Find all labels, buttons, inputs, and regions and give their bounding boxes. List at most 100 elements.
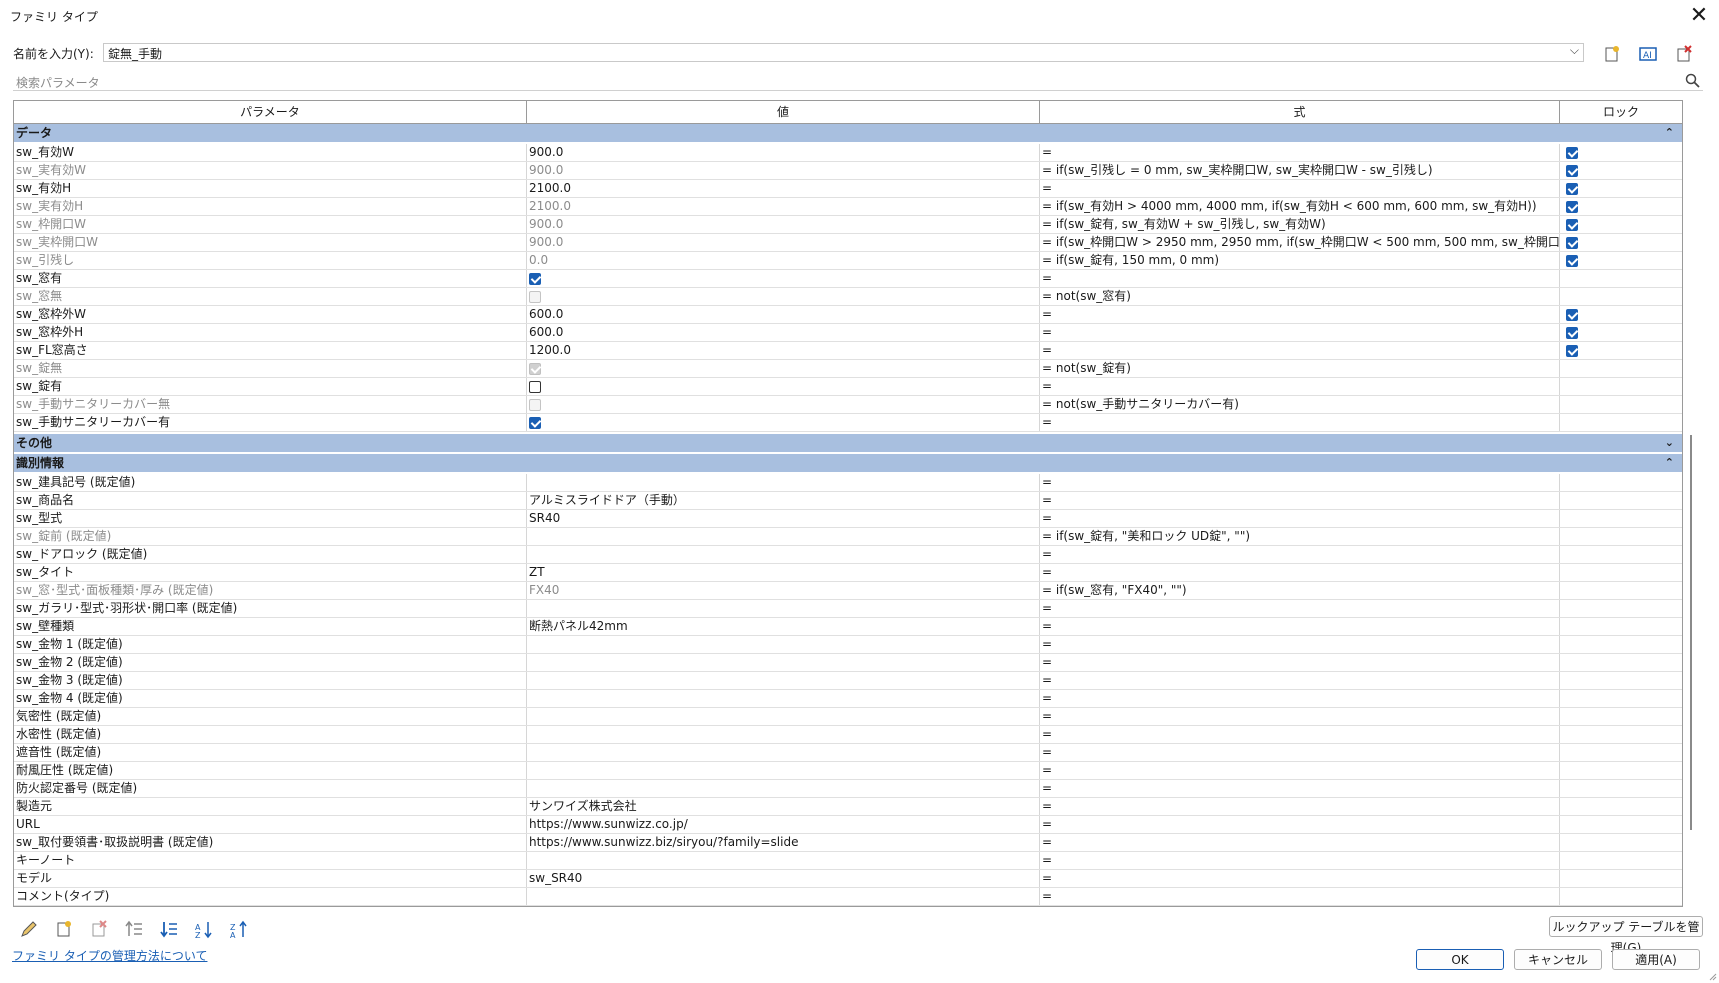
parameter-value[interactable]	[527, 708, 1040, 725]
table-row[interactable]: sw_有効W 900.0 =	[14, 144, 1682, 162]
table-row[interactable]: sw_金物 4 (既定値) =	[14, 690, 1682, 708]
apply-button[interactable]: 適用(A)	[1612, 949, 1700, 970]
move-down-icon[interactable]	[158, 918, 180, 940]
parameter-formula[interactable]: =	[1040, 600, 1560, 617]
parameter-formula[interactable]: = not(sw_錠有)	[1040, 360, 1560, 377]
parameter-value[interactable]	[527, 396, 1040, 413]
parameter-formula[interactable]: =	[1040, 270, 1560, 287]
parameter-lock[interactable]	[1560, 762, 1682, 779]
parameter-lock[interactable]	[1560, 288, 1682, 305]
parameter-formula[interactable]: =	[1040, 888, 1560, 905]
parameter-search-input[interactable]: 検索パラメータ	[13, 73, 1703, 91]
table-row[interactable]: sw_FL窓高さ 1200.0 =	[14, 342, 1682, 360]
table-row[interactable]: sw_タイト ZT =	[14, 564, 1682, 582]
lock-checkbox[interactable]	[1566, 219, 1578, 231]
group-ident-toggle-icon[interactable]: ⌃	[1665, 454, 1674, 472]
parameter-lock[interactable]	[1560, 234, 1682, 251]
parameter-lock[interactable]	[1560, 708, 1682, 725]
table-row[interactable]: sw_手動サニタリーカバー無 = not(sw_手動サニタリーカバー有)	[14, 396, 1682, 414]
parameter-value[interactable]: https://www.sunwizz.co.jp/	[527, 816, 1040, 833]
parameter-lock[interactable]	[1560, 690, 1682, 707]
parameter-value[interactable]: アルミスライドドア（手動）	[527, 492, 1040, 509]
parameter-formula[interactable]: = if(sw_錠有, sw_有効W + sw_引残し, sw_有効W)	[1040, 216, 1560, 233]
manage-lookup-tables-button[interactable]: ルックアップ テーブルを管理(G)	[1549, 916, 1703, 955]
table-row[interactable]: モデル sw_SR40 =	[14, 870, 1682, 888]
table-row[interactable]: sw_窓枠外H 600.0 =	[14, 324, 1682, 342]
table-row[interactable]: 耐風圧性 (既定値) =	[14, 762, 1682, 780]
rename-type-icon[interactable]: AI	[1637, 43, 1659, 65]
parameter-lock[interactable]	[1560, 180, 1682, 197]
column-header-lock[interactable]: ロック	[1560, 101, 1682, 123]
lock-checkbox[interactable]	[1566, 327, 1578, 339]
parameter-value[interactable]	[527, 528, 1040, 545]
parameter-value[interactable]: SR40	[527, 510, 1040, 527]
parameter-formula[interactable]: =	[1040, 618, 1560, 635]
parameter-formula[interactable]: =	[1040, 306, 1560, 323]
parameter-lock[interactable]	[1560, 600, 1682, 617]
parameter-value[interactable]	[527, 600, 1040, 617]
parameter-formula[interactable]: = not(sw_窓有)	[1040, 288, 1560, 305]
parameter-formula[interactable]: =	[1040, 870, 1560, 887]
parameter-lock[interactable]	[1560, 342, 1682, 359]
parameter-formula[interactable]: =	[1040, 852, 1560, 869]
table-row[interactable]: sw_実有効W 900.0 = if(sw_引残し = 0 mm, sw_実枠開口W…	[14, 162, 1682, 180]
parameter-value[interactable]	[527, 780, 1040, 797]
parameter-value[interactable]	[527, 888, 1040, 905]
parameter-value[interactable]	[527, 474, 1040, 491]
parameter-lock[interactable]	[1560, 396, 1682, 413]
parameter-formula[interactable]: =	[1040, 636, 1560, 653]
parameter-lock[interactable]	[1560, 852, 1682, 869]
parameter-lock[interactable]	[1560, 270, 1682, 287]
vertical-scrollbar[interactable]	[1690, 435, 1692, 830]
table-row[interactable]: sw_窓無 = not(sw_窓有)	[14, 288, 1682, 306]
lock-checkbox[interactable]	[1566, 255, 1578, 267]
parameter-value[interactable]	[527, 546, 1040, 563]
parameter-lock[interactable]	[1560, 360, 1682, 377]
parameter-lock[interactable]	[1560, 816, 1682, 833]
search-icon[interactable]	[1685, 73, 1701, 89]
value-checkbox[interactable]	[529, 417, 541, 429]
parameter-value[interactable]	[527, 288, 1040, 305]
parameter-value[interactable]: 2100.0	[527, 180, 1040, 197]
parameter-formula[interactable]: =	[1040, 378, 1560, 395]
parameter-formula[interactable]: =	[1040, 798, 1560, 815]
parameter-formula[interactable]: = if(sw_有効H > 4000 mm, 4000 mm, if(sw_有効…	[1040, 198, 1560, 215]
parameter-lock[interactable]	[1560, 564, 1682, 581]
table-row[interactable]: URL https://www.sunwizz.co.jp/=	[14, 816, 1682, 834]
parameter-formula[interactable]: = if(sw_錠有, 150 mm, 0 mm)	[1040, 252, 1560, 269]
parameter-lock[interactable]	[1560, 546, 1682, 563]
parameter-lock[interactable]	[1560, 726, 1682, 743]
table-row[interactable]: sw_金物 2 (既定値) =	[14, 654, 1682, 672]
parameter-formula[interactable]: =	[1040, 726, 1560, 743]
parameter-value[interactable]: https://www.sunwizz.biz/siryou/?family=s…	[527, 834, 1040, 851]
parameter-lock[interactable]	[1560, 162, 1682, 179]
parameter-lock[interactable]	[1560, 144, 1682, 161]
parameter-value[interactable]: 0.0	[527, 252, 1040, 269]
table-row[interactable]: sw_型式 SR40 =	[14, 510, 1682, 528]
table-row[interactable]: 製造元 サンワイズ株式会社 =	[14, 798, 1682, 816]
table-row[interactable]: sw_手動サニタリーカバー有 =	[14, 414, 1682, 432]
parameter-formula[interactable]: =	[1040, 180, 1560, 197]
group-other[interactable]: その他 ⌄	[14, 434, 1682, 452]
parameter-formula[interactable]: =	[1040, 708, 1560, 725]
table-row[interactable]: sw_実枠開口W 900.0 = if(sw_枠開口W > 2950 mm, 295…	[14, 234, 1682, 252]
parameter-lock[interactable]	[1560, 510, 1682, 527]
parameter-lock[interactable]	[1560, 870, 1682, 887]
table-row[interactable]: sw_枠開口W 900.0 = if(sw_錠有, sw_有効W + sw_引残し,…	[14, 216, 1682, 234]
parameter-lock[interactable]	[1560, 474, 1682, 491]
parameter-value[interactable]	[527, 690, 1040, 707]
parameter-value[interactable]	[527, 378, 1040, 395]
parameter-value[interactable]	[527, 636, 1040, 653]
parameter-formula[interactable]: =	[1040, 816, 1560, 833]
table-row[interactable]: 防火認定番号 (既定値) =	[14, 780, 1682, 798]
parameter-lock[interactable]	[1560, 618, 1682, 635]
value-checkbox[interactable]	[529, 273, 541, 285]
lock-checkbox[interactable]	[1566, 309, 1578, 321]
parameter-lock[interactable]	[1560, 198, 1682, 215]
new-type-icon[interactable]	[1601, 43, 1623, 65]
sort-descending-icon[interactable]: ZA	[228, 918, 250, 940]
resize-grip-icon[interactable]	[1707, 971, 1717, 981]
parameter-lock[interactable]	[1560, 528, 1682, 545]
table-row[interactable]: sw_商品名 アルミスライドドア（手動） =	[14, 492, 1682, 510]
parameter-value[interactable]: 900.0	[527, 234, 1040, 251]
